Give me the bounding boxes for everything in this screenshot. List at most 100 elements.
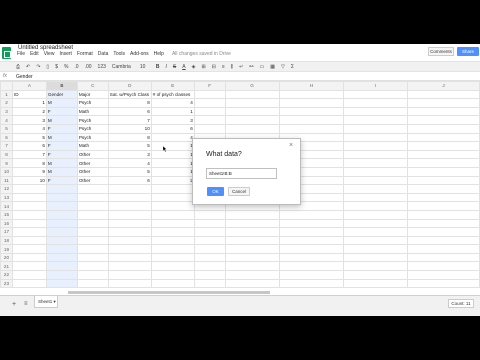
cell[interactable]: [11, 278, 47, 289]
cell[interactable]: Psych: [76, 123, 109, 134]
formula-value[interactable]: Gender: [16, 74, 33, 80]
cell[interactable]: [193, 209, 226, 220]
cell[interactable]: Math: [76, 141, 109, 151]
currency-button[interactable]: $: [55, 64, 58, 70]
menu-file[interactable]: File: [17, 51, 25, 57]
cell[interactable]: [150, 192, 195, 203]
cell[interactable]: [407, 192, 480, 203]
cell[interactable]: 4: [150, 132, 195, 143]
strikethrough-button[interactable]: S: [173, 64, 176, 70]
row-header[interactable]: 10: [0, 166, 13, 177]
cell[interactable]: [150, 235, 195, 246]
cell[interactable]: [407, 106, 480, 117]
cell[interactable]: [150, 184, 195, 194]
cell[interactable]: [45, 209, 78, 220]
sheets-logo-icon[interactable]: [2, 47, 11, 59]
cell[interactable]: F: [45, 141, 78, 151]
cell[interactable]: [343, 218, 409, 229]
cell[interactable]: [107, 201, 152, 211]
cell[interactable]: [407, 89, 480, 100]
cell[interactable]: [107, 261, 152, 272]
cell[interactable]: [224, 227, 280, 237]
cell[interactable]: [224, 252, 280, 263]
cell[interactable]: [278, 278, 345, 289]
cell[interactable]: [107, 192, 152, 203]
cell[interactable]: [343, 98, 409, 108]
cell[interactable]: Other: [76, 166, 109, 177]
cell[interactable]: [76, 218, 109, 229]
cell[interactable]: 6: [150, 123, 195, 134]
cell[interactable]: 1: [11, 98, 47, 108]
merge-icon[interactable]: ⊟: [212, 64, 216, 70]
borders-icon[interactable]: ⊞: [201, 64, 205, 70]
close-icon[interactable]: ×: [289, 142, 293, 149]
cell[interactable]: 8: [107, 132, 152, 143]
cell[interactable]: [45, 235, 78, 246]
cell[interactable]: [11, 184, 47, 194]
row-header[interactable]: 11: [0, 175, 13, 186]
cell[interactable]: [193, 244, 226, 254]
cell[interactable]: [150, 261, 195, 272]
redo-icon[interactable]: ↷: [36, 64, 40, 70]
fill-color-icon[interactable]: ◈: [192, 64, 196, 70]
cell[interactable]: [45, 201, 78, 211]
cell[interactable]: [150, 278, 195, 289]
cell[interactable]: [76, 227, 109, 237]
menu-addons[interactable]: Add-ons: [130, 51, 149, 57]
cell[interactable]: Psych: [76, 132, 109, 143]
cell[interactable]: [11, 235, 47, 246]
cell[interactable]: 4: [11, 123, 47, 134]
cell[interactable]: [407, 123, 480, 134]
cell[interactable]: [278, 270, 345, 280]
cell[interactable]: [343, 270, 409, 280]
cell[interactable]: [193, 235, 226, 246]
bold-button[interactable]: B: [156, 64, 160, 70]
cell[interactable]: [343, 106, 409, 117]
cell[interactable]: [76, 192, 109, 203]
cell[interactable]: [193, 218, 226, 229]
cell[interactable]: [107, 278, 152, 289]
cell[interactable]: [224, 209, 280, 220]
range-input[interactable]: Sheet1!B:B: [206, 168, 277, 179]
cell[interactable]: M: [45, 132, 78, 143]
cell[interactable]: [193, 98, 226, 108]
functions-button[interactable]: Σ: [291, 64, 294, 70]
cell[interactable]: [76, 278, 109, 289]
cell[interactable]: [76, 244, 109, 254]
cell[interactable]: [278, 115, 345, 125]
cell[interactable]: [407, 115, 480, 125]
cell[interactable]: [278, 89, 345, 100]
cell[interactable]: [278, 261, 345, 272]
paint-format-icon[interactable]: ▯: [46, 64, 49, 70]
cell[interactable]: [343, 278, 409, 289]
cell[interactable]: 3: [107, 149, 152, 160]
wrap-icon[interactable]: ↵: [239, 64, 243, 70]
cell[interactable]: [343, 235, 409, 246]
menu-edit[interactable]: Edit: [30, 51, 39, 57]
cell[interactable]: [76, 209, 109, 220]
column-header-e[interactable]: E: [150, 81, 195, 91]
cell[interactable]: [224, 123, 280, 134]
cell[interactable]: 10: [11, 175, 47, 186]
cell[interactable]: [193, 89, 226, 100]
cell[interactable]: Other: [76, 158, 109, 168]
cell[interactable]: [278, 227, 345, 237]
cell[interactable]: Math: [76, 106, 109, 117]
row-header[interactable]: 12: [0, 184, 13, 194]
cell[interactable]: [224, 278, 280, 289]
cell[interactable]: [407, 166, 480, 177]
cell[interactable]: [45, 252, 78, 263]
cell[interactable]: ID: [11, 89, 47, 100]
cell[interactable]: [76, 201, 109, 211]
cell[interactable]: Other: [76, 175, 109, 186]
print-icon[interactable]: ⎙: [16, 64, 20, 70]
cell[interactable]: [193, 278, 226, 289]
row-header[interactable]: 8: [0, 149, 13, 160]
cell[interactable]: [45, 227, 78, 237]
cell[interactable]: Major: [76, 89, 109, 100]
cell[interactable]: Psych: [76, 98, 109, 108]
cell[interactable]: 9: [11, 166, 47, 177]
menu-view[interactable]: View: [44, 51, 55, 57]
cell[interactable]: [278, 106, 345, 117]
cancel-button[interactable]: Cancel: [228, 187, 250, 196]
